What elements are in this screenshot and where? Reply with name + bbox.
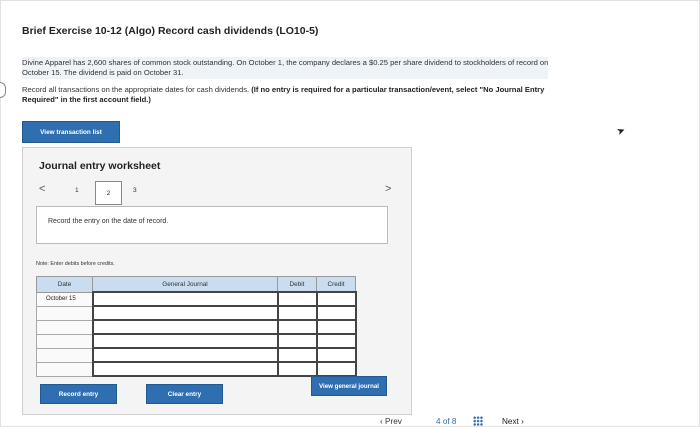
record-entry-button[interactable]: Record entry bbox=[40, 384, 117, 404]
instruction-plain: Record all transactions on the appropria… bbox=[22, 85, 252, 94]
col-header-debit: Debit bbox=[277, 276, 317, 293]
table-row bbox=[36, 361, 357, 377]
date-cell bbox=[36, 305, 93, 321]
account-input[interactable] bbox=[91, 347, 279, 363]
debit-input[interactable] bbox=[276, 291, 318, 307]
page-title: Brief Exercise 10-12 (Algo) Record cash … bbox=[22, 25, 319, 37]
worksheet-page-3[interactable]: 3 bbox=[133, 187, 137, 194]
chevron-left-icon[interactable]: < bbox=[39, 183, 45, 195]
instruction-text: Record all transactions on the appropria… bbox=[22, 85, 562, 105]
date-cell: October 15 bbox=[36, 291, 93, 307]
view-general-journal-button[interactable]: View general journal bbox=[311, 376, 387, 396]
col-header-date: Date bbox=[36, 276, 93, 293]
worksheet-page-1[interactable]: 1 bbox=[75, 187, 79, 194]
account-input[interactable] bbox=[91, 291, 279, 307]
journal-table: Date General Journal Debit Credit Octobe… bbox=[36, 276, 357, 377]
credit-input[interactable] bbox=[315, 319, 357, 335]
debit-input[interactable] bbox=[276, 361, 318, 377]
credit-input[interactable] bbox=[315, 333, 357, 349]
view-transaction-list-button[interactable]: View transaction list bbox=[22, 121, 120, 143]
account-input[interactable] bbox=[91, 333, 279, 349]
page-count: 4 of 8 bbox=[436, 417, 457, 426]
next-button[interactable]: Next › bbox=[502, 417, 524, 426]
debit-credit-note: Note: Enter debits before credits. bbox=[36, 261, 115, 267]
credit-input[interactable] bbox=[315, 361, 357, 377]
table-row bbox=[36, 319, 357, 335]
table-row bbox=[36, 347, 357, 363]
credit-input[interactable] bbox=[315, 305, 357, 321]
credit-input[interactable] bbox=[315, 291, 357, 307]
table-row: October 15 bbox=[36, 291, 357, 307]
credit-input[interactable] bbox=[315, 347, 357, 363]
grid-menu-icon[interactable] bbox=[473, 416, 483, 426]
worksheet-instruction: Record the entry on the date of record. bbox=[36, 206, 388, 244]
debit-input[interactable] bbox=[276, 347, 318, 363]
col-header-general-journal: General Journal bbox=[92, 276, 278, 293]
worksheet-page-2-current[interactable]: 2 bbox=[95, 181, 122, 205]
clear-entry-button[interactable]: Clear entry bbox=[146, 384, 223, 404]
date-cell bbox=[36, 361, 93, 377]
account-input[interactable] bbox=[91, 361, 279, 377]
col-header-credit: Credit bbox=[316, 276, 356, 293]
prev-button[interactable]: ‹ Prev bbox=[380, 417, 402, 426]
date-cell bbox=[36, 319, 93, 335]
date-cell bbox=[36, 347, 93, 363]
journal-entry-worksheet: Journal entry worksheet < 1 2 3 > Record… bbox=[22, 147, 412, 415]
debit-input[interactable] bbox=[276, 333, 318, 349]
table-row bbox=[36, 333, 357, 349]
account-input[interactable] bbox=[91, 319, 279, 335]
table-row bbox=[36, 305, 357, 321]
debit-input[interactable] bbox=[276, 305, 318, 321]
chevron-right-icon[interactable]: > bbox=[385, 183, 391, 195]
account-input[interactable] bbox=[91, 305, 279, 321]
debit-input[interactable] bbox=[276, 319, 318, 335]
worksheet-title: Journal entry worksheet bbox=[39, 160, 161, 172]
problem-text: Divine Apparel has 2,600 shares of commo… bbox=[22, 58, 549, 77]
date-cell bbox=[36, 333, 93, 349]
